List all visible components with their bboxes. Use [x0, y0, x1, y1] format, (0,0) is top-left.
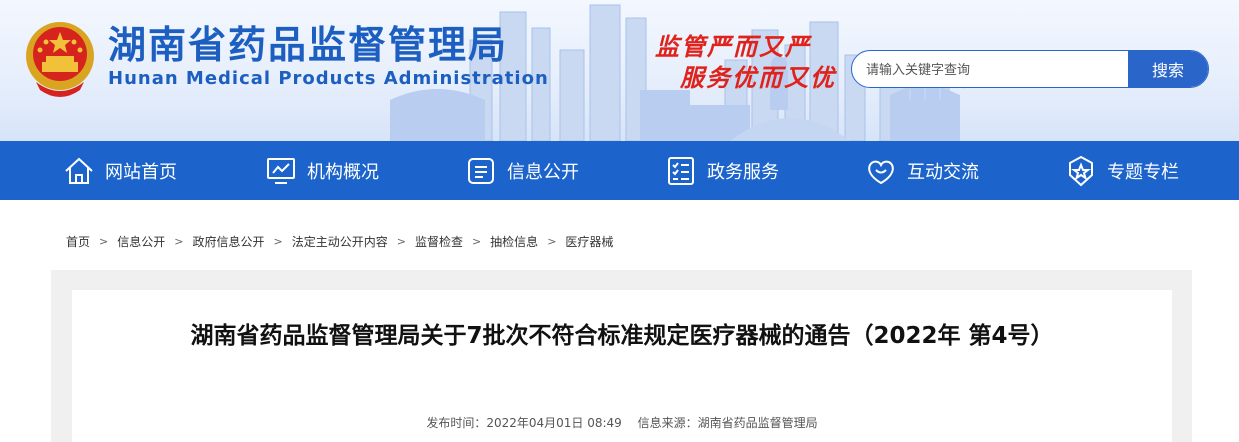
document-list-icon — [468, 157, 494, 184]
nav-item-interaction[interactable]: 互动交流 — [865, 141, 979, 200]
nav-item-info[interactable]: 信息公开 — [465, 141, 579, 200]
publish-time-value: 2022年04月01日 08:49 — [486, 416, 622, 430]
site-subtitle: Hunan Medical Products Administration — [108, 68, 549, 89]
star-badge-icon — [1069, 155, 1093, 186]
breadcrumb-item-statutory[interactable]: 法定主动公开内容 — [292, 233, 388, 250]
breadcrumb-separator: > — [99, 235, 109, 248]
nav-item-home[interactable]: 网站首页 — [63, 141, 177, 200]
info-source-label: 信息来源： — [637, 416, 698, 430]
breadcrumb-item-medical-devices[interactable]: 医疗器械 — [565, 233, 613, 250]
nav-item-label: 机构概况 — [307, 161, 379, 183]
breadcrumb-separator: > — [174, 235, 184, 248]
breadcrumb-separator: > — [471, 235, 482, 248]
nav-item-about[interactable]: 机构概况 — [265, 141, 379, 200]
publish-time-label: 发布时间： — [426, 416, 487, 430]
article-meta: 发布时间：2022年04月01日 08:49 信息来源：湖南省药品监督管理局 — [72, 414, 1172, 431]
monitor-chart-icon — [267, 157, 295, 184]
breadcrumb-item-gov-info[interactable]: 政府信息公开 — [192, 233, 264, 250]
breadcrumb-item-home[interactable]: 首页 — [66, 233, 90, 250]
nav-item-label: 政务服务 — [707, 161, 779, 183]
article-title: 湖南省药品监督管理局关于7批次不符合标准规定医疗器械的通告（2022年 第4号） — [190, 323, 1054, 349]
nav-item-label: 信息公开 — [507, 161, 579, 183]
search-box: 搜索 — [851, 50, 1209, 88]
slogan-line-2: 服务优而又优 — [680, 63, 836, 92]
breadcrumb-item-info-public[interactable]: 信息公开 — [117, 233, 165, 250]
breadcrumb-item-inspection[interactable]: 监督检查 — [415, 233, 463, 250]
heart-chat-icon — [868, 160, 894, 184]
nav-item-label: 互动交流 — [907, 161, 979, 183]
nav-item-label: 专题专栏 — [1107, 161, 1179, 183]
main-nav: 网站首页 机构概况 信息公开 政务服务 互动交流 专题专栏 — [0, 141, 1239, 200]
breadcrumb-separator: > — [273, 235, 283, 248]
nav-item-label: 网站首页 — [105, 161, 177, 183]
breadcrumb-separator: > — [396, 235, 406, 248]
info-source: 信息来源：湖南省药品监督管理局 — [638, 416, 818, 430]
breadcrumb-item-sampling[interactable]: 抽检信息 — [490, 233, 538, 250]
national-emblem-icon — [26, 22, 94, 97]
publish-time: 发布时间：2022年04月01日 08:49 — [426, 416, 622, 430]
breadcrumb: 首页 > 信息公开 > 政府信息公开 > 法定主动公开内容 > 监督检查 > 抽… — [66, 233, 613, 250]
home-icon — [65, 157, 93, 184]
nav-item-topics[interactable]: 专题专栏 — [1065, 141, 1179, 200]
site-title[interactable]: 湖南省药品监督管理局 — [108, 24, 508, 66]
search-input[interactable] — [852, 51, 1128, 87]
search-button[interactable]: 搜索 — [1128, 51, 1208, 87]
info-source-value: 湖南省药品监督管理局 — [697, 416, 818, 430]
article-panel: 湖南省药品监督管理局关于7批次不符合标准规定医疗器械的通告（2022年 第4号）… — [72, 290, 1172, 442]
slogan-line-1: 监管严而又严 — [655, 32, 811, 61]
site-header: 湖南省药品监督管理局 Hunan Medical Products Admini… — [0, 0, 1239, 141]
nav-item-services[interactable]: 政务服务 — [665, 141, 779, 200]
breadcrumb-separator: > — [547, 235, 557, 248]
checklist-icon — [668, 156, 694, 185]
